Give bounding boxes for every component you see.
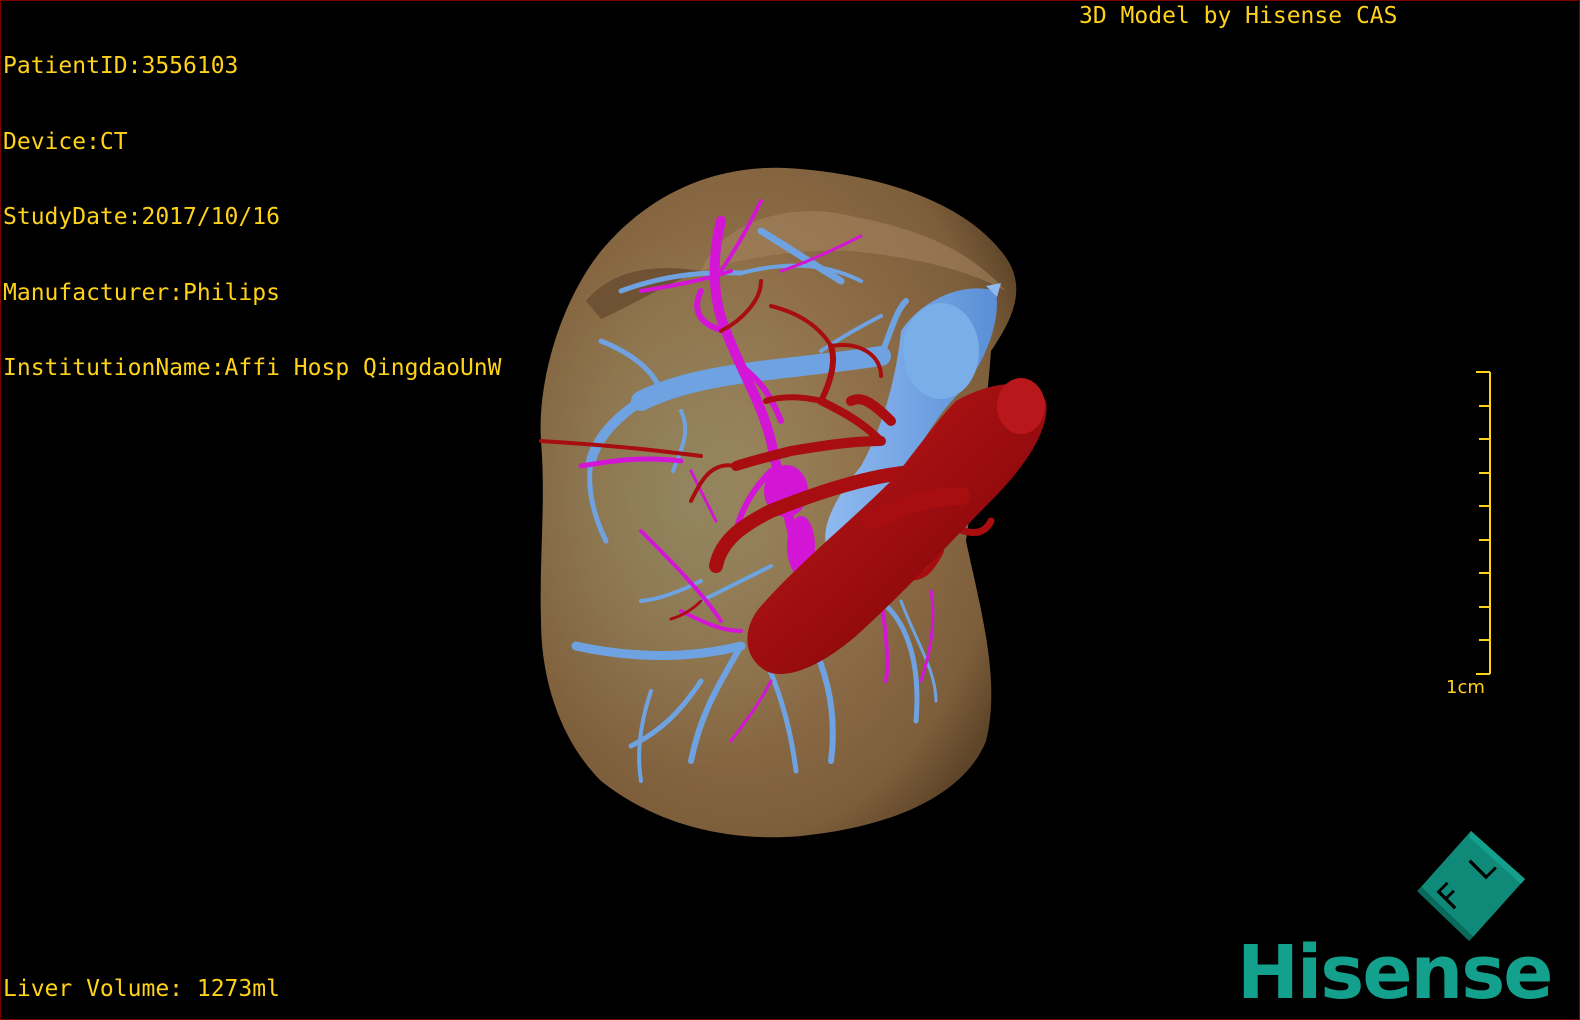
- study-date-text: StudyDate:2017/10/16: [3, 204, 280, 230]
- scale-bar-label: 1cm: [1446, 677, 1485, 698]
- device-text: Device:CT: [3, 128, 128, 155]
- dicom-info-panel: PatientID:3556103 Device:CT StudyDate:20…: [3, 4, 502, 432]
- hisense-logo: Hisense: [1237, 930, 1553, 1016]
- model-credit-text: 3D Model by Hisense CAS: [1079, 3, 1398, 29]
- institution-text: InstitutionName:Affi Hosp QingdaoUnW: [3, 355, 502, 381]
- liver-volume-text: Liver Volume: 1273ml: [3, 976, 280, 1002]
- patient-id-text: PatientID:3556103: [3, 53, 239, 79]
- 3d-render-viewport[interactable]: PatientID:3556103 Device:CT StudyDate:20…: [0, 0, 1580, 1020]
- scale-bar: [1476, 371, 1491, 675]
- manufacturer-text: Manufacturer:Philips: [3, 279, 280, 306]
